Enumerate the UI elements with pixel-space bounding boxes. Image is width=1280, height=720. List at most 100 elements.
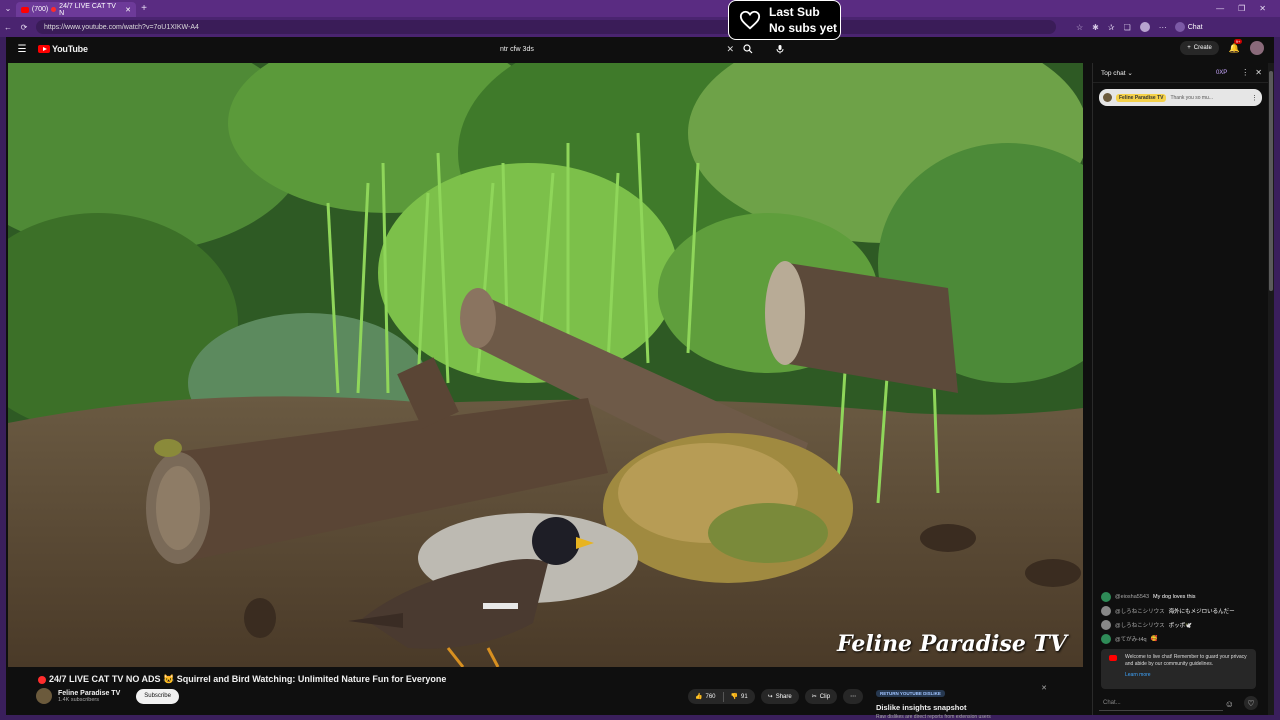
back-arrow-icon[interactable]: ← [0,23,16,32]
clip-button[interactable]: ✂ Clip [804,689,838,704]
chat-mode-dropdown[interactable]: Top chat ⌄ [1101,69,1133,77]
collections-icon[interactable]: ❏ [1124,23,1131,32]
minimize-icon[interactable]: — [1216,4,1224,13]
recording-dot-icon [51,7,57,12]
channel-subscribers: 1.4K subscribers [58,696,99,703]
chat-text: My dog loves this [1153,594,1196,600]
clear-search-icon[interactable]: ✕ [726,44,734,55]
more-dots-icon[interactable]: ⋯ [1159,23,1167,32]
scissors-icon: ✂ [811,694,817,700]
chat-author[interactable]: @しろねこシリウス [1115,621,1165,629]
extensions-puzzle-icon[interactable]: ✱ [1092,23,1099,32]
youtube-logo[interactable]: YouTube [38,44,88,54]
chat-mode-label: Top chat [1101,69,1126,77]
emoji-icon[interactable]: ☺ [1225,699,1234,709]
chat-menu-icon[interactable]: ⋮ [1241,68,1249,77]
like-count: 760 [705,693,716,700]
chat-header: Top chat ⌄ 0XP ⋮ ✕ [1093,63,1268,83]
pinned-message[interactable]: Feline Paradise TV Thank you so mu... ⋮ [1099,89,1262,106]
share-label: Share [775,693,792,700]
voice-search-button[interactable] [772,41,788,57]
tab-list-chevron-icon[interactable]: ⌄ [0,0,16,17]
notification-badge: 9+ [1233,38,1243,44]
return-dislike-badge: RETURN YOUTUBE DISLIKE [876,690,945,697]
tab-count: (700) [31,6,49,13]
clip-label: Clip [819,693,831,700]
favorites-icon[interactable]: ✰ [1108,23,1115,32]
create-button[interactable]: + Create [1180,41,1219,55]
subscribe-button[interactable]: Subscribe [136,688,179,704]
notifications-button[interactable]: 🔔 9+ [1228,38,1243,54]
thumbs-up-icon: 👍 [695,694,703,700]
screen: ⌄ (700) 24/7 LIVE CAT TV N ✕ + — ❐ ✕ ← ⟳… [0,0,1280,720]
dislike-button[interactable]: 👎 91 [724,693,755,701]
channel-avatar[interactable] [36,688,52,704]
browser-tab-youtube[interactable]: (700) 24/7 LIVE CAT TV N ✕ [16,2,136,17]
learn-more-link[interactable]: Learn more [1125,672,1250,679]
account-avatar[interactable] [1250,41,1264,55]
video-watermark: Feline Paradise TV [836,631,1067,657]
live-dot-icon [38,675,46,684]
heart-icon: ♡ [1247,698,1255,708]
chat-reaction-button[interactable]: ♡ [1244,696,1258,710]
chat-messages: @eiosha5543 My dog loves this @しろねこシリウス … [1101,590,1265,646]
bookmark-star-icon[interactable]: ☆ [1076,23,1083,32]
welcome-text: Welcome to live chat! Remember to guard … [1125,654,1247,667]
chat-message: @しろねこシリウス ポッポ🕊️ [1101,618,1265,632]
video-player[interactable]: Feline Paradise TV [8,63,1083,667]
channel-row: Feline Paradise TV 1.4K subscribers Subs… [36,688,179,704]
scrollbar-thumb[interactable] [1269,71,1273,291]
chat-author[interactable]: @eiosha5543 [1115,594,1149,600]
search-button[interactable] [740,41,756,57]
hamburger-menu-icon[interactable]: ☰ [12,44,32,55]
chat-xp-badge: 0XP [1215,69,1228,76]
chat-input-placeholder: Chat... [1103,699,1121,706]
new-tab-button[interactable]: + [136,3,152,14]
bell-icon: 🔔 [1228,42,1240,53]
chat-avatar [1101,634,1111,644]
video-title: 24/7 LIVE CAT TV NO ADS 😺 Squirrel and B… [38,674,446,685]
reload-icon[interactable]: ⟳ [16,23,32,32]
youtube-favicon-icon [21,6,29,13]
video-title-text: 24/7 LIVE CAT TV NO ADS 😺 Squirrel and B… [49,674,447,684]
chat-avatar [1101,592,1111,602]
plus-icon: + [1187,45,1191,51]
chat-author[interactable]: @しろねこシリウス [1115,607,1165,615]
more-horizontal-icon: ⋯ [850,694,857,700]
youtube-play-logo-icon [38,45,50,53]
chat-close-icon[interactable]: ✕ [1255,68,1262,77]
restore-icon[interactable]: ❐ [1238,4,1245,13]
tab-close-icon[interactable]: ✕ [125,6,131,14]
url-field[interactable]: https://www.youtube.com/watch?v=7oU1XIKW… [36,20,1056,34]
chat-message: @eiosha5543 My dog loves this [1101,590,1265,604]
youtube-mini-icon [1109,655,1117,661]
browser-address-bar: ← ⟳ https://www.youtube.com/watch?v=7oU1… [0,17,1280,37]
chat-text: 海外にもメジロいるんだー [1168,609,1235,615]
page-scrollbar[interactable] [1268,63,1274,715]
chat-input[interactable]: Chat... [1099,695,1223,711]
pinned-menu-icon[interactable]: ⋮ [1251,94,1258,102]
browser-tab-bar: ⌄ (700) 24/7 LIVE CAT TV N ✕ + — ❐ ✕ [0,0,1280,17]
search-input[interactable]: ntr cfw 3ds ✕ [492,41,738,57]
profile-avatar-icon[interactable] [1139,22,1150,32]
dislike-card-close-icon[interactable]: ✕ [1041,684,1047,692]
masthead-right: + Create 🔔 9+ [1180,38,1264,55]
channel-name[interactable]: Feline Paradise TV [58,690,120,697]
chat-extension-button[interactable]: Chat [1174,22,1203,32]
last-sub-value: No subs yet [769,21,838,35]
share-button[interactable]: ↪ Share [760,689,799,704]
chat-avatar [1101,620,1111,630]
create-label: Create [1193,45,1212,51]
like-button[interactable]: 👍 760 [688,693,723,701]
more-actions-button[interactable]: ⋯ [843,689,864,704]
video-frame [8,63,1083,667]
pinned-author: Feline Paradise TV [1116,93,1167,102]
chat-text: 🥰 [1150,636,1158,642]
chat-author[interactable]: @てがみ-t4q [1115,635,1147,643]
like-dislike-group: 👍 760 👎 91 [688,689,755,704]
window-controls: — ❐ ✕ [1216,4,1280,13]
chat-message: @しろねこシリウス 海外にもメジロいるんだー [1101,604,1265,618]
chat-extension-label: Chat [1187,23,1203,31]
window-close-icon[interactable]: ✕ [1259,4,1266,13]
return-dislike-card: RETURN YOUTUBE DISLIKE Dislike insights … [876,682,1051,720]
